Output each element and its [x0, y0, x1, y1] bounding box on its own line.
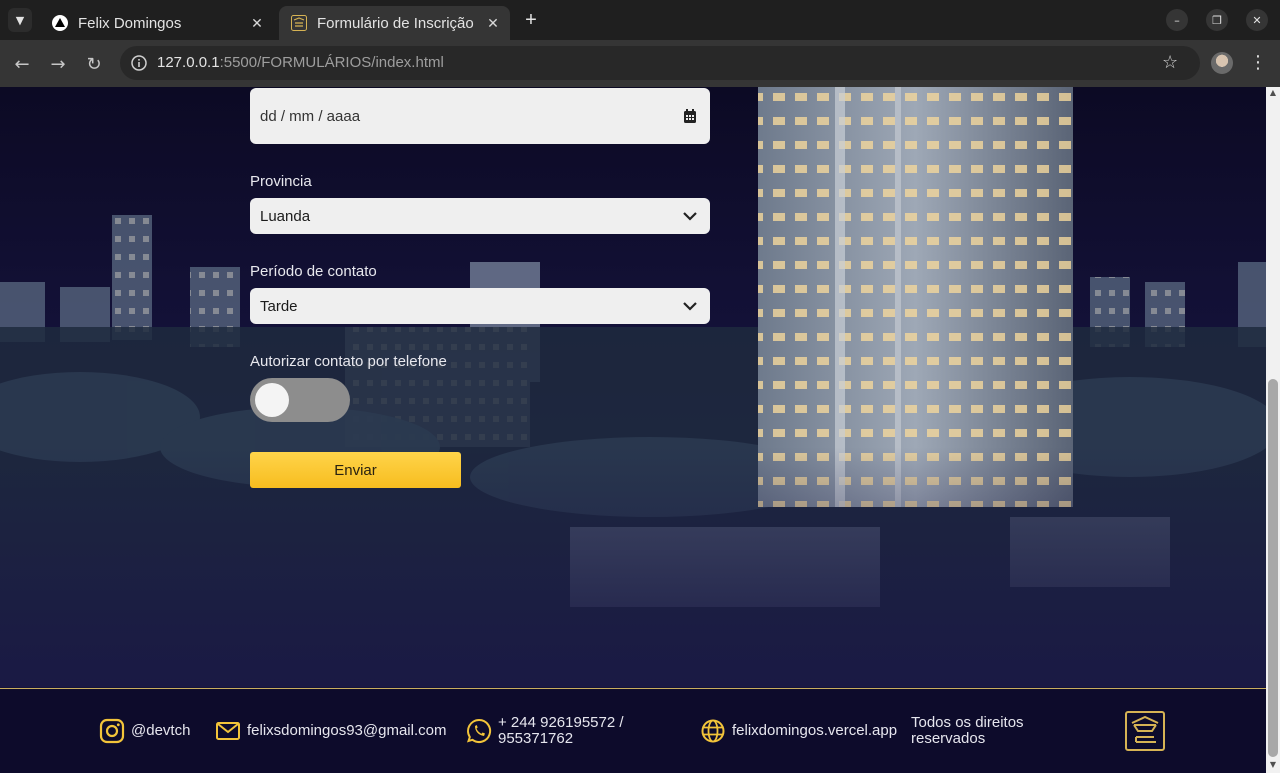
close-tab-icon[interactable]: ✕: [484, 15, 502, 32]
tab-strip: ▼ Felix Domingos ✕ Formulário de Inscriç…: [0, 0, 1280, 40]
new-tab-button[interactable]: +: [520, 8, 542, 32]
chevron-down-icon: [683, 302, 697, 311]
tab-formulario[interactable]: Formulário de Inscrição ✕: [279, 6, 510, 40]
url-host: 127.0.0.1: [157, 54, 220, 71]
contact-period-value: Tarde: [260, 297, 298, 315]
contact-period-select[interactable]: Tarde: [250, 288, 710, 324]
scroll-down-arrow-icon[interactable]: ▼: [1268, 760, 1278, 770]
province-value: Luanda: [260, 207, 311, 225]
province-label: Provincia: [250, 173, 312, 190]
copyright-text: Todos os direitos reservados: [911, 715, 1024, 747]
rights-line-1: Todos os direitos: [911, 714, 1024, 731]
restore-button[interactable]: ❐: [1206, 9, 1228, 31]
tab-felix-domingos[interactable]: Felix Domingos ✕: [40, 6, 274, 40]
site-info-icon[interactable]: [130, 54, 148, 72]
phone-line-2: 955371762: [498, 730, 574, 747]
chevron-down-icon: [683, 212, 697, 221]
website-link[interactable]: felixdomingos.vercel.app: [700, 718, 897, 744]
url-text: 127.0.0.1:5500/FORMULÁRIOS/index.html: [157, 54, 444, 71]
whatsapp-icon: [466, 718, 492, 743]
footer: @devtch felixsdomingos93@gmail.com + 244…: [0, 688, 1266, 773]
profile-avatar[interactable]: [1211, 52, 1233, 74]
phone-line-1: + 244 926195572 /: [498, 714, 624, 731]
reload-icon[interactable]: ↻: [83, 53, 105, 75]
instagram-link[interactable]: @devtch: [99, 718, 190, 744]
email-text: felixsdomingos93@gmail.com: [247, 722, 447, 739]
minimize-button[interactable]: –: [1166, 9, 1188, 31]
address-bar[interactable]: 127.0.0.1:5500/FORMULÁRIOS/index.html: [120, 46, 1200, 80]
instagram-icon: [99, 718, 125, 744]
submit-button[interactable]: Enviar: [250, 452, 461, 488]
more-menu-icon[interactable]: ⋮: [1248, 52, 1268, 74]
contact-period-label: Período de contato: [250, 263, 377, 280]
instagram-handle: @devtch: [131, 722, 191, 739]
chevron-down-icon: ▼: [15, 13, 25, 27]
scroll-up-arrow-icon[interactable]: ▲: [1268, 88, 1278, 98]
tab-title: Formulário de Inscrição: [317, 14, 474, 32]
bookmark-star-icon[interactable]: ☆: [1162, 52, 1184, 74]
calendar-icon[interactable]: [680, 106, 700, 126]
whatsapp-link[interactable]: + 244 926195572 / 955371762: [466, 715, 624, 747]
url-path: :5500/FORMULÁRIOS/index.html: [219, 54, 444, 71]
forward-arrow-icon[interactable]: →: [47, 53, 69, 75]
triangle-logo-icon: [52, 15, 68, 31]
date-placeholder: dd / mm / aaaa: [260, 107, 361, 125]
browser-toolbar: ← → ↻ 127.0.0.1:5500/FORMULÁRIOS/index.h…: [0, 40, 1280, 87]
province-select[interactable]: Luanda: [250, 198, 710, 234]
globe-icon: [701, 719, 725, 743]
city-night-background: [0, 87, 1266, 687]
phone-consent-toggle[interactable]: [250, 378, 350, 422]
tab-title: Felix Domingos: [78, 14, 182, 32]
back-arrow-icon[interactable]: ←: [11, 53, 33, 75]
website-text: felixdomingos.vercel.app: [732, 722, 898, 739]
crown-logo-icon: [291, 15, 307, 31]
tab-search-button[interactable]: ▼: [8, 8, 32, 32]
page-viewport: dd / mm / aaaa Provincia Luanda Período …: [0, 87, 1266, 773]
toggle-knob: [255, 383, 289, 417]
scrollbar-thumb[interactable]: [1268, 379, 1278, 757]
close-tab-icon[interactable]: ✕: [248, 15, 266, 32]
email-link[interactable]: felixsdomingos93@gmail.com: [215, 718, 446, 744]
rights-line-2: reservados: [911, 730, 986, 747]
birthdate-input[interactable]: dd / mm / aaaa: [250, 88, 710, 144]
close-window-button[interactable]: ✕: [1246, 9, 1268, 31]
phone-consent-label: Autorizar contato por telefone: [250, 353, 447, 370]
phone-numbers: + 244 926195572 / 955371762: [498, 715, 624, 747]
crown-logo-icon: [1125, 711, 1165, 751]
mail-icon: [216, 722, 240, 740]
